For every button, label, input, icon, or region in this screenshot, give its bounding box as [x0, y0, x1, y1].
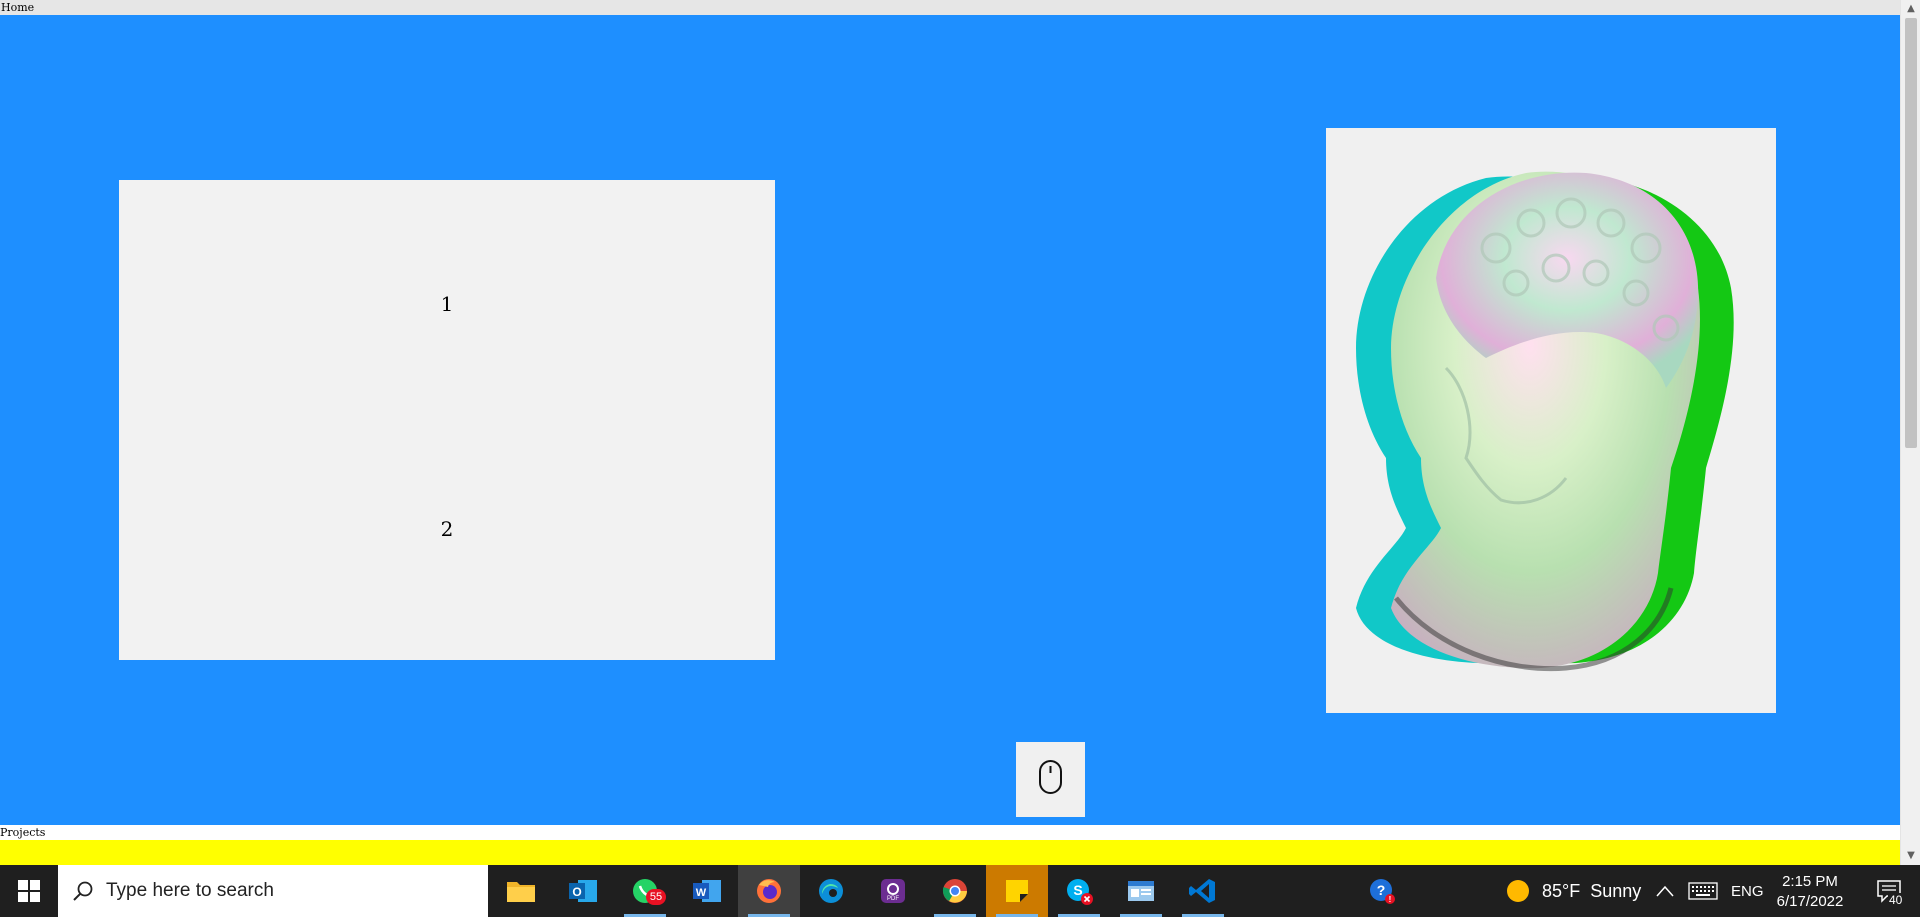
keyboard-icon	[1688, 882, 1718, 900]
chevron-up-icon	[1656, 885, 1674, 897]
firefox-icon	[757, 879, 781, 903]
taskbar-app-edge[interactable]	[800, 865, 862, 917]
search-placeholder: Type here to search	[106, 880, 274, 901]
weather-widget[interactable]: 85°F Sunny	[1505, 865, 1641, 917]
bust-image	[1326, 128, 1776, 713]
taskbar: Type here to search O 55 W PDF S ? ! 85°…	[0, 865, 1920, 917]
scroll-up-arrow[interactable]: ▲	[1901, 1, 1920, 17]
pdf-icon: PDF	[881, 879, 905, 903]
whatsapp-badge: 55	[646, 889, 666, 905]
windows-icon	[18, 880, 40, 902]
language-label: ENG	[1731, 882, 1764, 900]
scroll-hint[interactable]	[1016, 742, 1085, 817]
notification-count: 40	[1888, 893, 1904, 907]
projects-section: Projects	[0, 825, 1900, 865]
svg-text:S: S	[1073, 882, 1082, 898]
sun-icon	[1507, 880, 1529, 902]
taskbar-app-vscode[interactable]	[1172, 865, 1234, 917]
scrollbar-thumb[interactable]	[1905, 18, 1917, 448]
scroll-down-arrow[interactable]: ▼	[1901, 848, 1920, 864]
weather-condition: Sunny	[1590, 880, 1642, 901]
edge-icon	[819, 879, 843, 903]
top-nav: Home	[0, 0, 1900, 15]
svg-text:O: O	[572, 885, 581, 899]
card-item-1: 1	[440, 292, 454, 316]
svg-text:!: !	[1389, 895, 1392, 904]
taskbar-app-control-panel[interactable]	[1110, 865, 1172, 917]
outlook-icon: O	[569, 880, 597, 902]
taskbar-search[interactable]: Type here to search	[58, 865, 488, 917]
taskbar-app-whatsapp[interactable]: 55	[614, 865, 676, 917]
touch-keyboard[interactable]	[1688, 865, 1718, 917]
web-page: Home 1 2 Projects	[0, 0, 1900, 865]
svg-text:PDF: PDF	[887, 896, 899, 902]
chrome-icon	[942, 879, 967, 903]
skype-icon: S	[1067, 879, 1093, 905]
numbered-card: 1 2	[119, 180, 775, 660]
help-tray[interactable]: ? !	[1368, 865, 1396, 917]
hero-section: 1 2	[0, 15, 1900, 825]
mouse-icon	[1039, 760, 1062, 794]
vscode-icon	[1189, 879, 1215, 903]
weather-temp: 85°F	[1542, 880, 1581, 901]
notification-center[interactable]: 40	[1862, 865, 1916, 917]
clock[interactable]: 2:15 PM 6/17/2022	[1768, 872, 1852, 912]
search-icon	[73, 881, 93, 901]
bust-illustration	[1356, 171, 1734, 672]
projects-band	[0, 840, 1900, 865]
sticky-notes-icon	[1006, 880, 1028, 902]
show-hidden-icons[interactable]	[1655, 865, 1675, 917]
language-indicator[interactable]: ENG	[1731, 865, 1764, 917]
taskbar-app-sticky-notes[interactable]	[986, 865, 1048, 917]
clock-time: 2:15 PM	[1782, 873, 1838, 890]
svg-text:W: W	[696, 887, 707, 899]
taskbar-app-pdf[interactable]: PDF	[862, 865, 924, 917]
start-button[interactable]	[0, 865, 58, 917]
control-panel-icon	[1128, 881, 1154, 901]
taskbar-app-file-explorer[interactable]	[490, 865, 552, 917]
vertical-scrollbar[interactable]: ▲ ▼	[1900, 0, 1920, 865]
projects-label: Projects	[0, 826, 46, 839]
taskbar-app-chrome[interactable]	[924, 865, 986, 917]
svg-text:?: ?	[1377, 882, 1386, 898]
card-item-2: 2	[440, 517, 454, 541]
taskbar-app-skype[interactable]: S	[1048, 865, 1110, 917]
taskbar-app-outlook[interactable]: O	[552, 865, 614, 917]
help-icon: ? !	[1370, 879, 1395, 904]
taskbar-app-firefox[interactable]	[738, 865, 800, 917]
folder-icon	[507, 882, 535, 902]
word-icon: W	[693, 880, 721, 902]
home-link[interactable]: Home	[0, 1, 34, 14]
taskbar-app-word[interactable]: W	[676, 865, 738, 917]
clock-date: 6/17/2022	[1776, 893, 1844, 910]
